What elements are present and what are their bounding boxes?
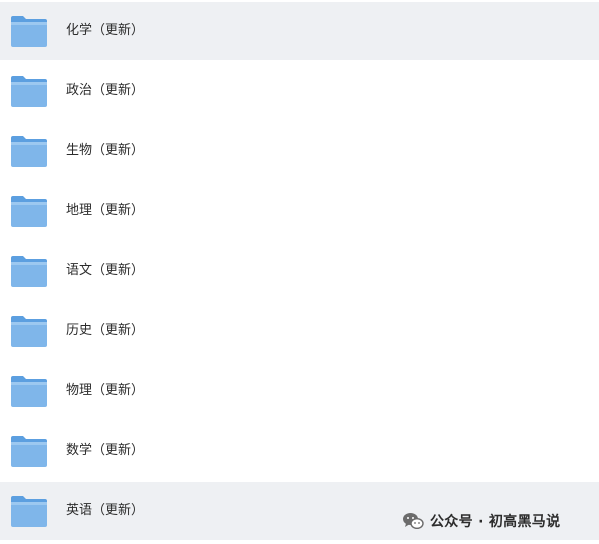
folder-label: 数学（更新） — [66, 443, 145, 458]
folder-row-math[interactable]: 数学（更新） — [0, 422, 599, 480]
folder-icon — [10, 74, 48, 108]
folder-label: 历史（更新） — [66, 323, 145, 338]
folder-row-biology[interactable]: 生物（更新） — [0, 122, 599, 180]
folder-label: 物理（更新） — [66, 383, 145, 398]
folder-icon — [10, 134, 48, 168]
folder-icon — [10, 254, 48, 288]
folder-icon — [10, 374, 48, 408]
folder-label: 语文（更新） — [66, 263, 145, 278]
folder-label: 政治（更新） — [66, 83, 145, 98]
folder-icon — [10, 494, 48, 528]
folder-icon — [10, 14, 48, 48]
folder-list: 化学（更新） 政治（更新） 生物（更新） 地理（更新） 语文（更新） 历史（更新… — [0, 0, 599, 544]
folder-label: 英语（更新） — [66, 503, 145, 518]
folder-row-physics[interactable]: 物理（更新） — [0, 362, 599, 420]
folder-row-history[interactable]: 历史（更新） — [0, 302, 599, 360]
folder-row-chemistry[interactable]: 化学（更新） — [0, 2, 599, 60]
folder-icon — [10, 434, 48, 468]
folder-row-geography[interactable]: 地理（更新） — [0, 182, 599, 240]
folder-icon — [10, 194, 48, 228]
folder-row-politics[interactable]: 政治（更新） — [0, 62, 599, 120]
folder-label: 生物（更新） — [66, 143, 145, 158]
watermark: 公众号 · 初高黑马说 — [402, 507, 560, 535]
folder-row-chinese[interactable]: 语文（更新） — [0, 242, 599, 300]
watermark-text: 公众号 · 初高黑马说 — [430, 514, 561, 530]
folder-label: 地理（更新） — [66, 203, 145, 218]
folder-label: 化学（更新） — [66, 23, 145, 38]
folder-icon — [10, 314, 48, 348]
wechat-icon — [402, 512, 424, 530]
